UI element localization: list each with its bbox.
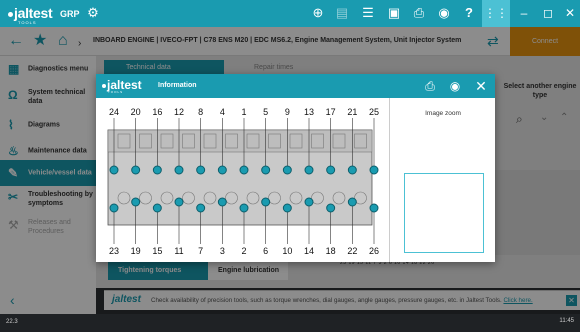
bolt-marker <box>196 203 206 213</box>
bolt-number-bottom: 6 <box>263 246 268 256</box>
bolt-number-bottom: 23 <box>109 246 119 256</box>
image-zoom-panel: Image zoom <box>389 98 495 262</box>
dialog-logo-subtitle: TOOLS <box>108 90 124 94</box>
bolt-marker <box>282 203 292 213</box>
bolt-number-top: 17 <box>326 107 336 117</box>
bolt-marker <box>239 165 249 175</box>
section-label: GRP <box>60 9 80 19</box>
bolt-number-top: 1 <box>241 107 246 117</box>
vehicle-tree-icon[interactable]: ⚙ <box>85 5 101 21</box>
bolt-number-top: 20 <box>131 107 141 117</box>
dialog-close-icon[interactable]: ✕ <box>472 78 490 94</box>
bolt-marker <box>217 197 227 207</box>
bolt-number-top: 13 <box>304 107 314 117</box>
bolt-number-top: 16 <box>152 107 162 117</box>
bolt-marker <box>282 165 292 175</box>
bolt-number-bottom: 26 <box>369 246 379 256</box>
bolt-number-bottom: 15 <box>152 246 162 256</box>
bolt-number-bottom: 14 <box>304 246 314 256</box>
bolt-number-bottom: 7 <box>198 246 203 256</box>
jaltest-logo: jaltest <box>8 5 53 21</box>
dialog-print-icon[interactable]: ⎙ <box>421 78 439 94</box>
bolt-number-top: 8 <box>198 107 203 117</box>
bolt-marker <box>109 165 119 175</box>
bolt-marker <box>131 165 141 175</box>
zoom-preview-box[interactable] <box>404 173 484 253</box>
status-bar: 22.3 11:45 <box>0 314 580 332</box>
bolt-marker <box>239 203 249 213</box>
tightening-sequence-diagram[interactable]: 24 20 16 12 8 4 1 5 9 13 17 21 25 23 19 15 11 7 3 2 6 10 14 18… <box>96 98 386 262</box>
bolt-marker <box>131 197 141 207</box>
bolt-marker <box>304 165 314 175</box>
bolt-marker <box>152 203 162 213</box>
bolt-marker <box>152 165 162 175</box>
bolt-marker <box>304 197 314 207</box>
bolt-number-bottom: 19 <box>131 246 141 256</box>
cylinder-head-drawing: 24 20 16 12 8 4 1 5 9 13 17 21 25 23 19 15 11 7 3 2 6 10 14 18… <box>107 107 379 256</box>
close-window-button[interactable]: ✕ <box>556 0 580 27</box>
image-zoom-label: Image zoom <box>425 110 461 117</box>
bolt-marker <box>326 203 336 213</box>
dialog-camera-icon[interactable]: ◉ <box>446 78 464 94</box>
bolt-number-top: 4 <box>220 107 225 117</box>
bolt-number-top: 25 <box>369 107 379 117</box>
bolt-marker <box>347 197 357 207</box>
bolt-marker <box>261 165 271 175</box>
bolt-marker <box>369 203 379 213</box>
grid-icon[interactable]: ⋮⋮ <box>482 0 510 27</box>
bolt-number-top: 24 <box>109 107 119 117</box>
bolt-marker <box>174 165 184 175</box>
steering-wheel-icon[interactable]: ⊕ <box>310 5 326 21</box>
bolt-marker <box>369 165 379 175</box>
clock: 11:45 <box>559 318 574 324</box>
bolt-marker <box>217 165 227 175</box>
briefcase-icon[interactable]: ▣ <box>386 5 402 21</box>
bolt-number-bottom: 11 <box>174 246 183 256</box>
bolt-marker <box>196 165 206 175</box>
help-icon[interactable]: ? <box>461 5 477 21</box>
bolt-number-bottom: 2 <box>241 246 246 256</box>
bolt-marker <box>174 197 184 207</box>
bolt-marker <box>347 165 357 175</box>
bolt-number-top: 12 <box>174 107 184 117</box>
information-dialog: jaltest TOOLS Information ⎙ ◉ ✕ 24 20 16 12… <box>96 74 495 262</box>
print-icon[interactable]: ⎙ <box>411 5 427 21</box>
camera-icon[interactable]: ◉ <box>436 5 452 21</box>
bolt-number-top: 9 <box>285 107 290 117</box>
bolt-marker <box>261 197 271 207</box>
bolt-number-bottom: 18 <box>326 246 336 256</box>
dialog-title: Information <box>158 82 197 89</box>
bolt-number-bottom: 10 <box>282 246 292 256</box>
bolt-number-bottom: 3 <box>220 246 225 256</box>
list-icon[interactable]: ☰ <box>360 5 376 21</box>
bolt-marker <box>109 203 119 213</box>
dialog-header: jaltest TOOLS Information ⎙ ◉ ✕ <box>96 74 495 98</box>
bolt-marker <box>326 165 336 175</box>
voltage-readout: 22.3 <box>6 319 18 325</box>
document-icon[interactable]: ▤ <box>334 5 350 21</box>
bolt-number-top: 5 <box>263 107 268 117</box>
bolt-number-top: 21 <box>347 107 357 117</box>
bolt-number-bottom: 22 <box>347 246 357 256</box>
top-bar: jaltest TOOLS GRP ⚙ ⊕ ▤ ☰ ▣ ⎙ ◉ ? ⋮⋮ – ◻… <box>0 0 580 27</box>
logo-subtitle: TOOLS <box>18 20 37 25</box>
